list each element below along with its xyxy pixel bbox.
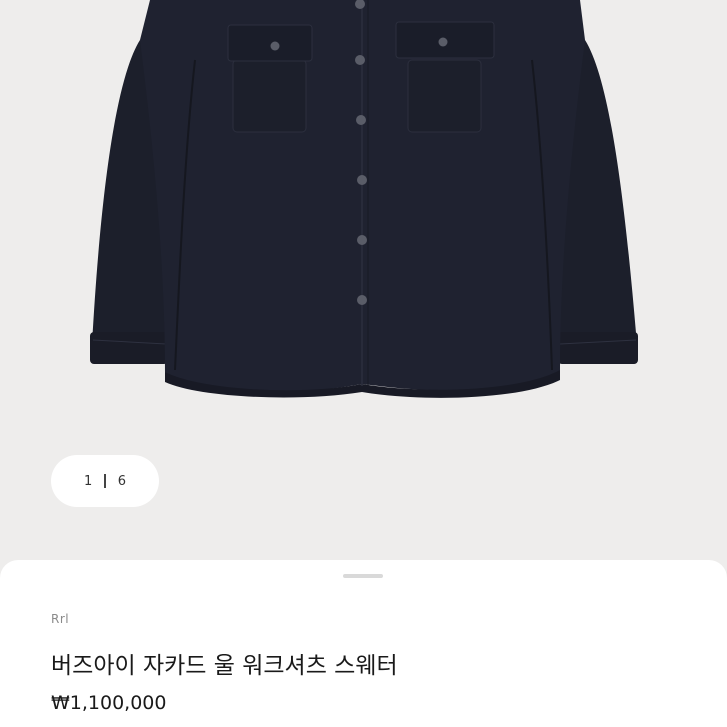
pager-current: 1 <box>83 473 93 489</box>
pager-total: 6 <box>117 473 127 489</box>
image-pager-indicator: 1 6 <box>51 455 159 507</box>
product-price: ₩1,100,000 <box>51 692 167 714</box>
product-detail-screen: 1 6 Rrl 버즈아이 자카드 울 워크셔츠 스웨터 ₩1,100,000 <box>0 0 727 727</box>
pager-divider <box>104 474 106 488</box>
product-info-sheet: Rrl 버즈아이 자카드 울 워크셔츠 스웨터 ₩1,100,000 <box>0 560 727 727</box>
sheet-drag-handle[interactable] <box>343 574 383 578</box>
product-title: 버즈아이 자카드 울 워크셔츠 스웨터 <box>51 653 398 679</box>
brand-name[interactable]: Rrl <box>51 612 69 626</box>
